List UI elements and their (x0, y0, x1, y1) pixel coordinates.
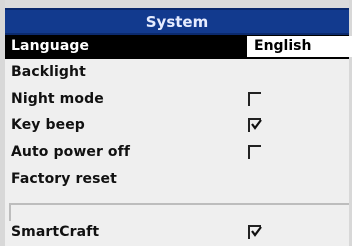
device-screen: System Language English Backlight Night … (0, 0, 352, 246)
language-row[interactable]: Language English (5, 35, 352, 59)
language-label: Language (11, 38, 90, 54)
section-divider (9, 203, 349, 221)
auto-power-off-row[interactable]: Auto power off (5, 141, 349, 165)
auto-power-off-label: Auto power off (11, 144, 131, 160)
settings-list: Language English Backlight Night mode Ke… (5, 35, 352, 246)
check-mark-icon (251, 226, 262, 237)
factory-reset-row[interactable]: Factory reset (5, 168, 349, 192)
smartcraft-label: SmartCraft (11, 224, 100, 240)
backlight-row[interactable]: Backlight (5, 61, 349, 85)
check-mark-icon (251, 119, 262, 130)
screen-bezel-top (0, 0, 352, 8)
key-beep-checkbox[interactable] (248, 118, 262, 132)
checkbox-left-edge (248, 145, 250, 159)
smartcraft-checkbox[interactable] (248, 225, 262, 239)
auto-power-off-checkbox[interactable] (248, 145, 261, 159)
key-beep-label: Key beep (11, 117, 85, 133)
checkbox-left-edge (248, 92, 250, 106)
night-mode-checkbox[interactable] (248, 92, 261, 106)
window-title: System (5, 8, 349, 35)
night-mode-row[interactable]: Night mode (5, 88, 349, 112)
night-mode-label: Night mode (11, 91, 104, 107)
language-select[interactable]: English (245, 36, 352, 57)
factory-reset-label: Factory reset (11, 171, 117, 187)
backlight-label: Backlight (11, 64, 86, 80)
smartcraft-row[interactable]: SmartCraft (5, 221, 349, 245)
language-value: English (254, 38, 312, 54)
key-beep-row[interactable]: Key beep (5, 114, 349, 138)
